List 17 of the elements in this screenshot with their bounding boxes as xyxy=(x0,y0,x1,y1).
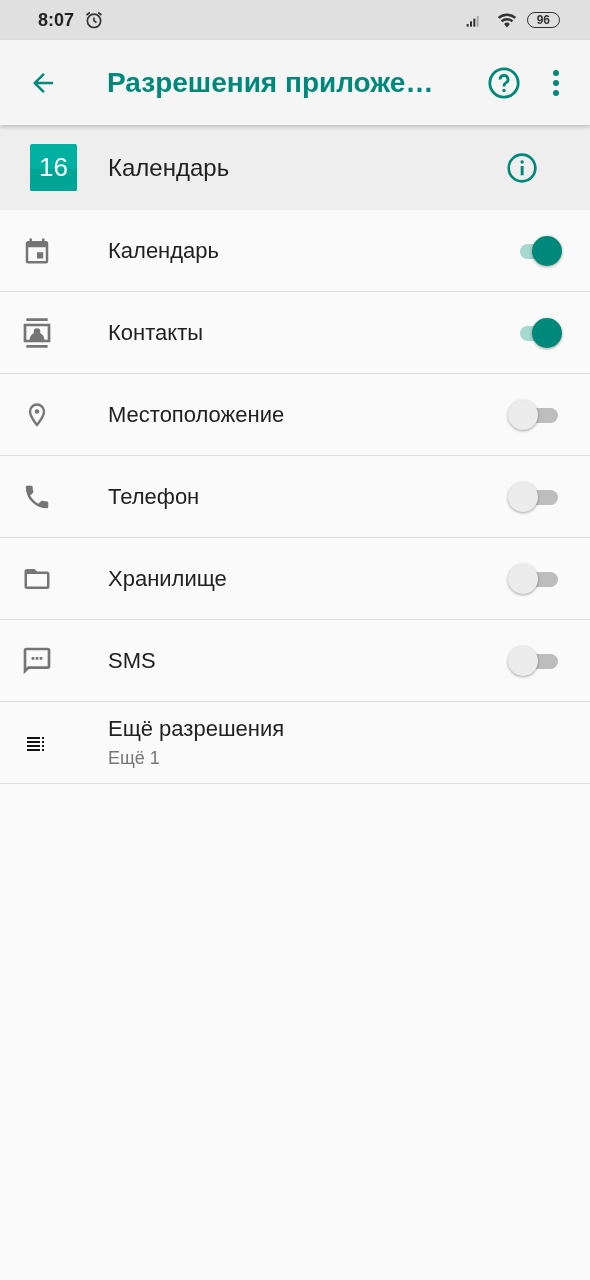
more-options-icon xyxy=(552,68,560,97)
status-time: 8:07 xyxy=(38,9,75,31)
permission-subtitle: Ещё 1 xyxy=(108,748,161,769)
app-name: Календарь xyxy=(108,153,231,182)
permission-label[interactable]: SMS xyxy=(108,647,508,674)
app-icon: 16 xyxy=(30,144,77,191)
info-icon xyxy=(506,151,538,184)
permission-label[interactable]: Календарь xyxy=(108,237,508,264)
permission-label[interactable]: Ещё разрешения xyxy=(108,716,562,742)
alarm-clock-icon xyxy=(84,10,105,30)
contact-card-icon xyxy=(21,315,53,350)
permission-label[interactable]: Хранилище xyxy=(108,565,508,592)
screen-title: Разрешения приложе… xyxy=(107,66,435,99)
permission-label[interactable]: Телефон xyxy=(108,483,508,510)
help-icon xyxy=(487,65,521,100)
permission-label[interactable]: Контакты xyxy=(108,319,508,346)
permission-label[interactable]: Местоположение xyxy=(108,401,508,428)
